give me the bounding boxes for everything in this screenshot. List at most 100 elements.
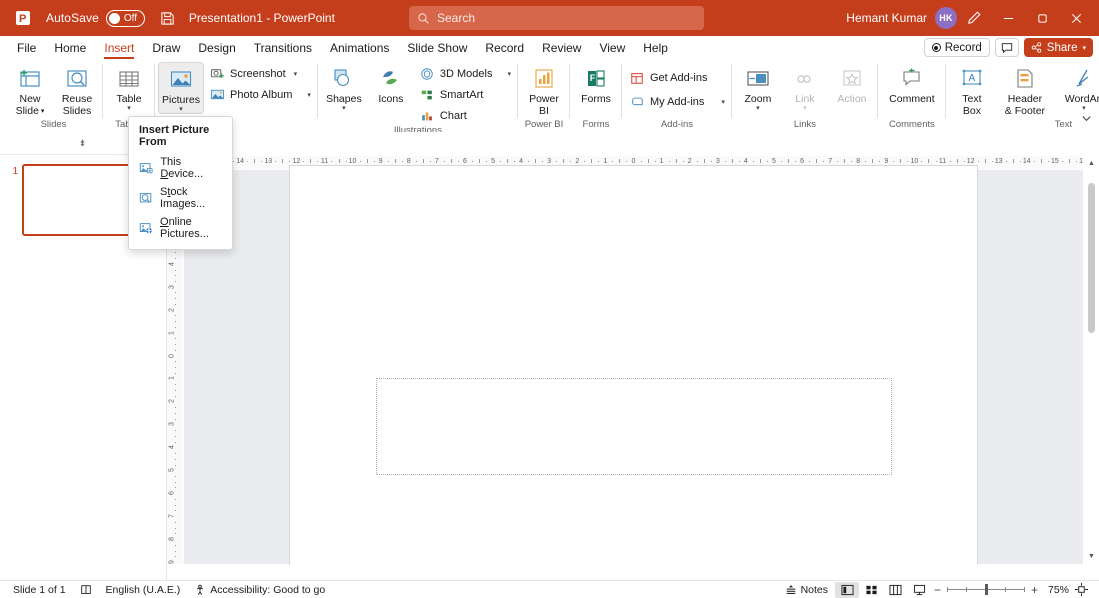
tab-design[interactable]: Design: [189, 36, 244, 59]
forms-button[interactable]: F Forms: [573, 62, 619, 105]
tab-animations[interactable]: Animations: [321, 36, 398, 59]
view-slide-sorter-button[interactable]: [859, 582, 883, 598]
ruler-tick: [373, 161, 375, 162]
ruler-tick: [731, 159, 733, 163]
ruler-tick: [175, 498, 176, 500]
icons-button[interactable]: Icons: [368, 62, 414, 105]
spell-check-icon[interactable]: [73, 584, 99, 596]
autosave-toggle[interactable]: Off: [105, 9, 145, 27]
chevron-down-icon[interactable]: ▾: [294, 70, 298, 78]
zoom-slider[interactable]: [947, 584, 1025, 595]
comment-button[interactable]: Comment: [881, 62, 943, 105]
ruler-tick: [175, 430, 176, 432]
tab-review[interactable]: Review: [533, 36, 590, 59]
ruler-tick-label: 5: [772, 158, 776, 165]
zoom-button[interactable]: Zoom ▾: [735, 62, 781, 112]
horizontal-scrollbar[interactable]: [184, 565, 1083, 580]
photo-album-button[interactable]: Photo Album ▾: [205, 85, 315, 104]
text-box-button[interactable]: A Text Box: [949, 62, 995, 117]
chevron-down-icon[interactable]: ⇟: [79, 138, 87, 149]
comments-button[interactable]: [994, 38, 1019, 57]
3d-models-button[interactable]: 3D Models ▾: [415, 64, 515, 83]
chevron-down-icon[interactable]: ▾: [721, 98, 725, 106]
avatar[interactable]: HK: [935, 7, 957, 29]
chevron-down-icon[interactable]: ▾: [342, 105, 346, 112]
search-box[interactable]: Search: [409, 6, 704, 30]
my-add-ins-button[interactable]: My Add-ins ▾: [625, 92, 729, 111]
chevron-down-icon[interactable]: ▾: [307, 91, 311, 99]
add-ins-small-buttons: Get Add-ins My Add-ins ▾: [625, 66, 729, 111]
ruler-tick: [766, 161, 768, 162]
record-button[interactable]: Record: [923, 38, 990, 57]
minimize-button[interactable]: [991, 3, 1025, 33]
save-icon[interactable]: [159, 9, 177, 27]
slide-count-label[interactable]: Slide 1 of 1: [6, 584, 73, 596]
new-slide-button[interactable]: New Slide ▾: [7, 62, 53, 117]
scroll-down-arrow[interactable]: ▼: [1084, 548, 1099, 564]
vertical-scroll-thumb[interactable]: [1088, 183, 1095, 333]
slide-canvas[interactable]: [290, 165, 977, 569]
power-bi-button[interactable]: Power BI: [521, 62, 567, 117]
dropdown-header: Insert Picture From: [139, 124, 210, 148]
share-button[interactable]: Share ▾: [1023, 38, 1093, 57]
chevron-down-icon[interactable]: ▾: [127, 105, 131, 112]
get-add-ins-button[interactable]: Get Add-ins: [625, 68, 729, 87]
new-slide-icon: [17, 65, 43, 93]
zoom-out-button[interactable]: −: [931, 583, 944, 597]
tab-insert[interactable]: Insert: [95, 36, 143, 59]
ruler-tick: [175, 464, 176, 466]
zoom-track[interactable]: [947, 584, 1025, 595]
reuse-slides-button[interactable]: Reuse Slides: [54, 62, 100, 117]
ruler-tick: [1047, 161, 1049, 162]
screenshot-button[interactable]: Screenshot ▾: [205, 64, 315, 83]
chevron-down-icon[interactable]: ▾: [756, 105, 760, 112]
language-label[interactable]: English (U.A.E.): [99, 584, 188, 596]
view-reading-button[interactable]: [883, 582, 907, 598]
chevron-down-icon[interactable]: ▾: [179, 106, 183, 113]
menu-item-this-device[interactable]: This Device...: [129, 153, 232, 183]
restore-button[interactable]: [1025, 3, 1059, 33]
wordart-button[interactable]: WordArt ▾: [1055, 62, 1099, 112]
tab-transitions[interactable]: Transitions: [245, 36, 321, 59]
ruler-tick-label: 14: [1022, 158, 1031, 165]
menu-item-stock-images[interactable]: Stock Images...: [129, 183, 232, 213]
wordart-icon: [1071, 65, 1097, 93]
zoom-percent-label[interactable]: 75%: [1041, 584, 1069, 596]
fit-slide-button[interactable]: [1069, 582, 1093, 598]
text-placeholder-box[interactable]: [376, 377, 892, 475]
scroll-up-arrow[interactable]: ▲: [1084, 155, 1099, 171]
close-button[interactable]: [1059, 3, 1093, 33]
pictures-button[interactable]: Pictures ▾: [158, 62, 204, 114]
shapes-button[interactable]: Shapes ▾: [321, 62, 367, 112]
vertical-scrollbar[interactable]: ▲ ▼: [1084, 155, 1099, 564]
view-normal-button[interactable]: [835, 581, 859, 598]
tab-home[interactable]: Home: [45, 36, 95, 59]
tab-view[interactable]: View: [590, 36, 634, 59]
accessibility-status[interactable]: Accessibility: Good to go: [187, 584, 332, 596]
ruler-tick: [175, 252, 176, 254]
ruler-tick: [991, 161, 993, 162]
header-footer-button[interactable]: Header & Footer: [996, 62, 1054, 117]
tab-help[interactable]: Help: [634, 36, 677, 59]
smartart-button[interactable]: SmartArt: [415, 85, 515, 104]
svg-text:A: A: [968, 73, 975, 84]
ruler-tick-label: 7: [168, 514, 176, 519]
tab-record[interactable]: Record: [476, 36, 533, 59]
tab-file[interactable]: File: [8, 36, 45, 59]
pen-icon[interactable]: [957, 3, 991, 33]
table-label: Table: [116, 93, 142, 105]
slide-canvas-area[interactable]: [184, 165, 1083, 569]
search-input[interactable]: Search: [437, 11, 475, 25]
smartart-label: SmartArt: [439, 88, 484, 101]
view-slideshow-button[interactable]: [907, 582, 931, 598]
chevron-down-icon[interactable]: ▾: [507, 70, 511, 78]
zoom-in-button[interactable]: +: [1028, 583, 1041, 597]
zoom-handle[interactable]: [985, 584, 988, 595]
menu-item-online-pictures[interactable]: Online Pictures...: [129, 213, 232, 243]
notes-button[interactable]: Notes: [778, 584, 835, 596]
tab-draw[interactable]: Draw: [143, 36, 189, 59]
chart-button[interactable]: Chart: [415, 106, 515, 125]
tab-slide-show[interactable]: Slide Show: [398, 36, 476, 59]
collapse-ribbon-button[interactable]: [1077, 109, 1095, 127]
table-button[interactable]: Table ▾: [106, 62, 152, 112]
